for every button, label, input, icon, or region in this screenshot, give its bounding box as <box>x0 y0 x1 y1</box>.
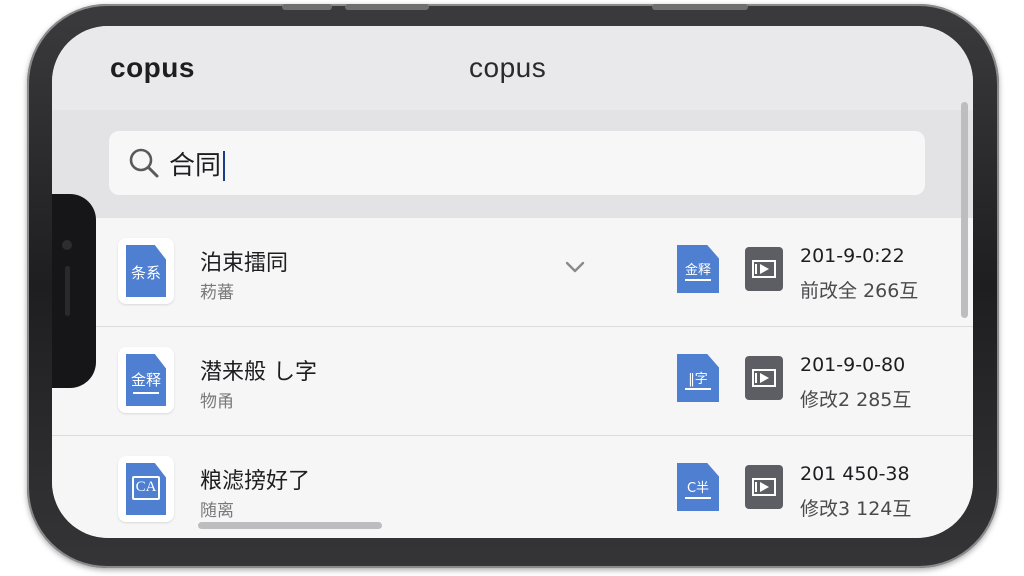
file-subtitle: 物甬 <box>200 392 234 412</box>
volume-button <box>282 4 332 10</box>
preview-icon-glyph <box>752 478 776 496</box>
header-bar: copus copus <box>52 26 973 110</box>
document-icon[interactable]: ‖字 <box>677 354 719 402</box>
document-icon-text: 金释 <box>130 371 161 389</box>
volume-button <box>345 4 429 10</box>
text-cursor <box>223 151 226 181</box>
document-icon-text: CA <box>135 479 157 495</box>
file-thumbnail: CA <box>118 456 174 522</box>
file-meta: 前改全 266互 <box>800 280 919 302</box>
file-date: 201-9-0-80 <box>800 354 906 376</box>
document-icon-text: C半 <box>686 481 710 496</box>
file-row[interactable]: 条系 泊束擂同 菞蕃 金释 201-9-0:22 前改全 266互 <box>52 218 973 327</box>
file-meta: 修改3 124互 <box>800 498 912 520</box>
file-title: 潜来般 し字 <box>200 360 317 385</box>
file-subtitle: 菞蕃 <box>200 283 234 303</box>
file-list: 条系 泊束擂同 菞蕃 金释 201-9-0:22 前改全 266互 金释 潜来般… <box>52 218 973 538</box>
document-icon: 金释 <box>126 354 166 406</box>
search-input[interactable]: 合同 <box>169 145 226 182</box>
search-icon[interactable] <box>127 146 161 180</box>
app-screen: copus copus 合同 条系 泊束擂同 菞蕃 金释 201-9-0:22 … <box>52 26 973 538</box>
page-title: copus <box>469 52 547 83</box>
document-icon-text: 金释 <box>684 263 711 278</box>
front-camera <box>62 240 72 250</box>
preview-icon[interactable] <box>745 356 783 400</box>
search-query: 合同 <box>169 150 222 181</box>
document-icon[interactable]: 金释 <box>677 245 719 293</box>
earpiece-speaker <box>65 266 70 316</box>
preview-icon[interactable] <box>745 465 783 509</box>
preview-icon[interactable] <box>745 247 783 291</box>
document-icon[interactable]: C半 <box>677 463 719 511</box>
chevron-down-icon[interactable] <box>564 256 586 278</box>
preview-icon-glyph <box>752 260 776 278</box>
file-row[interactable]: 金释 潜来般 し字 物甬 ‖字 201-9-0-80 修改2 285互 <box>52 327 973 436</box>
app-logo: copus <box>110 52 195 83</box>
search-box[interactable]: 合同 <box>109 131 925 195</box>
file-thumbnail: 条系 <box>118 238 174 304</box>
power-button <box>652 4 748 10</box>
file-title: 泊束擂同 <box>200 251 289 276</box>
file-date: 201 450-38 <box>800 463 910 485</box>
preview-icon-glyph <box>752 369 776 387</box>
file-meta: 修改2 285互 <box>800 389 912 411</box>
file-thumbnail: 金释 <box>118 347 174 413</box>
document-line <box>133 392 159 394</box>
home-indicator[interactable] <box>198 522 382 529</box>
document-line <box>685 388 711 390</box>
file-date: 201-9-0:22 <box>800 245 905 267</box>
document-icon-text: ‖字 <box>688 372 708 387</box>
scrollbar[interactable] <box>961 102 968 318</box>
camera-notch <box>52 194 96 388</box>
document-icon: 条系 <box>126 245 166 297</box>
file-title: 粮滤搒好了 <box>200 469 311 494</box>
document-icon: CA <box>126 463 166 515</box>
document-line <box>685 497 711 499</box>
document-line <box>685 279 711 281</box>
file-row[interactable]: CA 粮滤搒好了 随离 C半 201 450-38 修改3 124互 <box>52 436 973 538</box>
document-icon-text: 条系 <box>130 264 161 282</box>
file-subtitle: 随离 <box>200 501 234 521</box>
